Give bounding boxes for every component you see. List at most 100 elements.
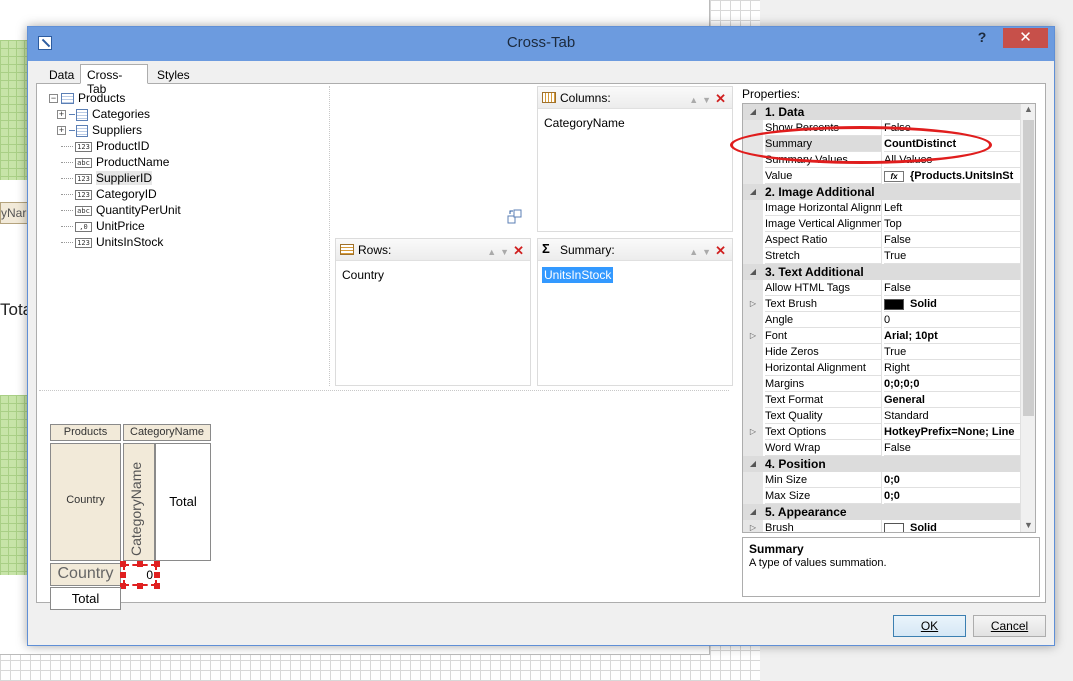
preview-categoryname-column-header[interactable]: CategoryName bbox=[123, 443, 155, 561]
property-value[interactable]: Left bbox=[884, 200, 1022, 216]
tree-item-categoryid[interactable]: 123 CategoryID bbox=[61, 186, 157, 202]
collapse-category-icon[interactable]: ◢ bbox=[743, 264, 763, 280]
tree-item-categories[interactable]: + Categories bbox=[57, 106, 150, 122]
property-value[interactable]: HotkeyPrefix=None; Line bbox=[884, 424, 1022, 440]
property-value[interactable]: 0;0;0;0 bbox=[884, 376, 1022, 392]
property-row[interactable]: ▷ Text Brush Solid bbox=[743, 296, 1022, 312]
move-down-icon[interactable]: ▼ bbox=[702, 95, 715, 105]
expand-property-icon[interactable]: ▷ bbox=[743, 328, 763, 344]
property-value[interactable]: Arial; 10pt bbox=[884, 328, 1022, 344]
expand-property-icon[interactable]: ▷ bbox=[743, 296, 763, 312]
property-row[interactable]: Summary CountDistinct bbox=[743, 136, 1022, 152]
property-row[interactable]: Value fx {Products.UnitsInSt bbox=[743, 168, 1022, 184]
property-row[interactable]: Aspect Ratio False bbox=[743, 232, 1022, 248]
property-value[interactable]: General bbox=[884, 392, 1022, 408]
scrollbar-thumb[interactable] bbox=[1023, 120, 1034, 416]
property-category[interactable]: ◢ 5. Appearance bbox=[743, 504, 1022, 520]
property-row[interactable]: Margins 0;0;0;0 bbox=[743, 376, 1022, 392]
collapse-icon[interactable]: − bbox=[49, 94, 58, 104]
property-value[interactable]: False bbox=[884, 280, 1022, 296]
swap-rows-columns-icon[interactable] bbox=[507, 209, 523, 225]
property-row[interactable]: Horizontal Alignment Right bbox=[743, 360, 1022, 376]
help-button[interactable]: ? bbox=[968, 29, 996, 49]
selection-handle[interactable] bbox=[120, 572, 126, 578]
expand-property-icon[interactable]: ▷ bbox=[743, 424, 763, 440]
property-value[interactable]: 0 bbox=[884, 312, 1022, 328]
property-category[interactable]: ◢ 1. Data bbox=[743, 104, 1022, 120]
rows-item[interactable]: Country bbox=[340, 267, 386, 283]
dialog-titlebar[interactable]: Cross-Tab ? ✕ bbox=[28, 27, 1054, 61]
property-value[interactable]: CountDistinct bbox=[884, 136, 1022, 152]
property-value[interactable]: 0;0 bbox=[884, 472, 1022, 488]
property-row[interactable]: Stretch True bbox=[743, 248, 1022, 264]
expression-icon[interactable]: fx bbox=[884, 170, 904, 182]
move-up-icon[interactable]: ▲ bbox=[487, 247, 500, 257]
property-row[interactable]: Hide Zeros True bbox=[743, 344, 1022, 360]
property-row[interactable]: Min Size 0;0 bbox=[743, 472, 1022, 488]
selection-handle[interactable] bbox=[137, 583, 143, 589]
property-value[interactable]: False bbox=[884, 232, 1022, 248]
columns-item[interactable]: CategoryName bbox=[542, 115, 627, 131]
tab-data[interactable]: Data bbox=[42, 64, 78, 84]
tree-item-unitprice[interactable]: ,0 UnitPrice bbox=[61, 218, 145, 234]
ok-button[interactable]: OK bbox=[893, 615, 966, 637]
property-category[interactable]: ◢ 4. Position bbox=[743, 456, 1022, 472]
tree-item-suppliers[interactable]: + Suppliers bbox=[57, 122, 142, 138]
property-value[interactable]: False bbox=[884, 440, 1022, 456]
remove-icon[interactable]: ✕ bbox=[513, 243, 524, 258]
summary-item[interactable]: UnitsInStock bbox=[542, 267, 614, 283]
property-value[interactable]: True bbox=[884, 344, 1022, 360]
property-row[interactable]: Text Format General bbox=[743, 392, 1022, 408]
remove-icon[interactable]: ✕ bbox=[715, 91, 726, 106]
property-row[interactable]: Allow HTML Tags False bbox=[743, 280, 1022, 296]
move-up-icon[interactable]: ▲ bbox=[689, 247, 702, 257]
property-value[interactable]: Standard bbox=[884, 408, 1022, 424]
tree-item-supplierid[interactable]: 123 SupplierID bbox=[61, 170, 153, 186]
property-row[interactable]: Angle 0 bbox=[743, 312, 1022, 328]
property-row[interactable]: Max Size 0;0 bbox=[743, 488, 1022, 504]
move-up-icon[interactable]: ▲ bbox=[689, 95, 702, 105]
property-row[interactable]: Text Quality Standard bbox=[743, 408, 1022, 424]
scroll-down-icon[interactable]: ▼ bbox=[1021, 520, 1035, 532]
preview-products-header[interactable]: Products bbox=[50, 424, 121, 441]
remove-icon[interactable]: ✕ bbox=[715, 243, 726, 258]
property-value[interactable]: 0;0 bbox=[884, 488, 1022, 504]
collapse-category-icon[interactable]: ◢ bbox=[743, 456, 763, 472]
property-grid-scrollbar[interactable]: ▲ ▼ bbox=[1020, 104, 1035, 532]
selection-handle[interactable] bbox=[154, 583, 160, 589]
collapse-category-icon[interactable]: ◢ bbox=[743, 504, 763, 520]
property-value[interactable]: True bbox=[884, 248, 1022, 264]
collapse-category-icon[interactable]: ◢ bbox=[743, 184, 763, 200]
selection-handle[interactable] bbox=[154, 572, 160, 578]
property-row[interactable]: ▷ Brush Solid bbox=[743, 520, 1022, 532]
property-row[interactable]: Summary Values All Values bbox=[743, 152, 1022, 168]
tree-item-productname[interactable]: abc ProductName bbox=[61, 154, 169, 170]
selection-handle[interactable] bbox=[120, 561, 126, 567]
tree-item-quantityperunit[interactable]: abc QuantityPerUnit bbox=[61, 202, 181, 218]
preview-country-cell[interactable]: Country bbox=[50, 563, 121, 586]
property-row[interactable]: Show Percents False bbox=[743, 120, 1022, 136]
property-row[interactable]: Image Horizontal Alignm Left bbox=[743, 200, 1022, 216]
preview-row-total[interactable]: Total bbox=[50, 587, 121, 610]
preview-categoryname-header[interactable]: CategoryName bbox=[123, 424, 211, 441]
property-value[interactable]: Solid bbox=[884, 296, 1022, 312]
expand-icon[interactable]: + bbox=[57, 110, 66, 120]
property-row[interactable]: ▷ Font Arial; 10pt bbox=[743, 328, 1022, 344]
property-value[interactable]: Right bbox=[884, 360, 1022, 376]
property-value[interactable]: All Values bbox=[884, 152, 1022, 168]
selection-handle[interactable] bbox=[154, 561, 160, 567]
preview-country-row-header[interactable]: Country bbox=[50, 443, 121, 561]
property-value[interactable]: False bbox=[884, 120, 1022, 136]
preview-column-total[interactable]: Total bbox=[155, 443, 211, 561]
move-down-icon[interactable]: ▼ bbox=[500, 247, 513, 257]
expand-property-icon[interactable]: ▷ bbox=[743, 520, 763, 532]
property-value[interactable]: Top bbox=[884, 216, 1022, 232]
property-value[interactable]: fx {Products.UnitsInSt bbox=[884, 168, 1022, 184]
property-row[interactable]: Image Vertical Alignmen Top bbox=[743, 216, 1022, 232]
property-value[interactable]: Solid bbox=[884, 520, 1022, 532]
tab-cross-tab[interactable]: Cross-Tab bbox=[80, 64, 148, 96]
tree-item-unitsinstock[interactable]: 123 UnitsInStock bbox=[61, 234, 163, 250]
property-row[interactable]: ▷ Text Options HotkeyPrefix=None; Line bbox=[743, 424, 1022, 440]
property-category[interactable]: ◢ 2. Image Additional bbox=[743, 184, 1022, 200]
move-down-icon[interactable]: ▼ bbox=[702, 247, 715, 257]
